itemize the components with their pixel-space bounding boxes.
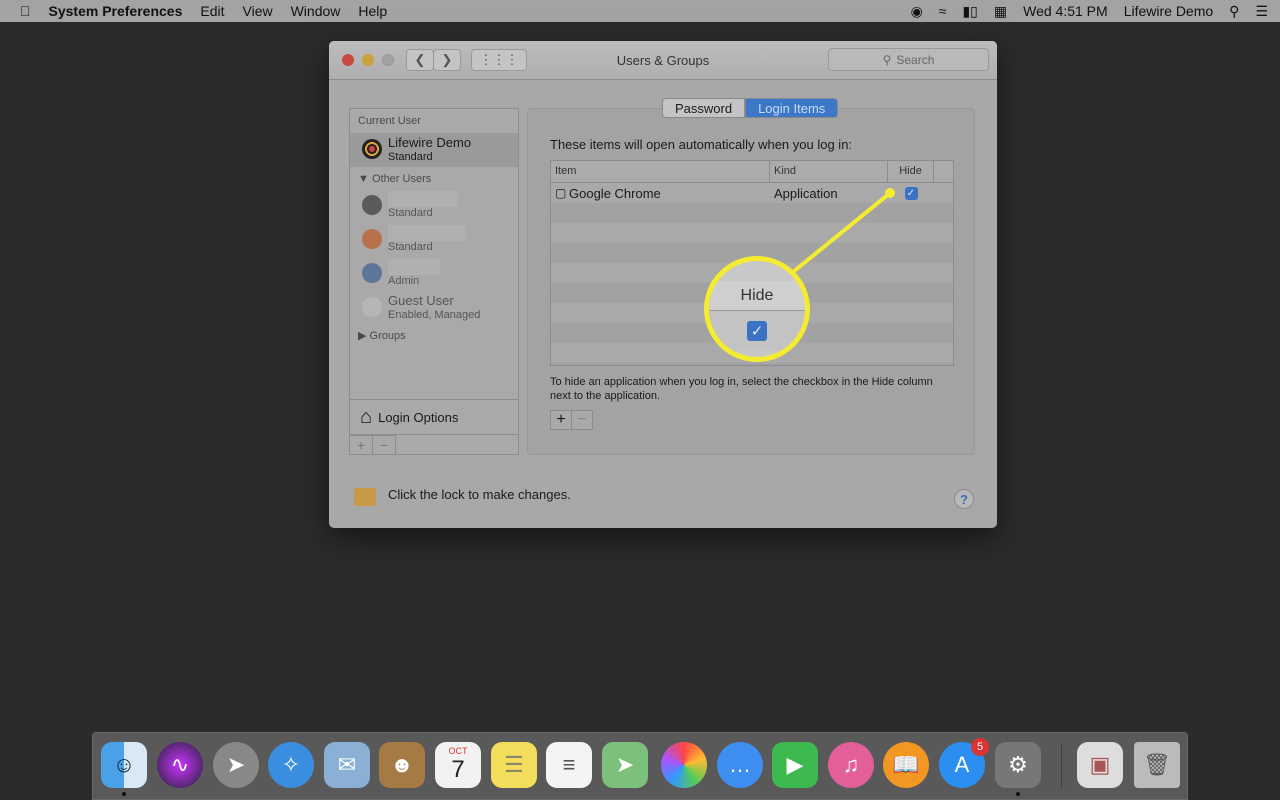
calendar-month: OCT	[448, 746, 468, 756]
calendar-day: 7	[451, 756, 465, 783]
dock-separator	[1061, 743, 1062, 789]
running-indicator	[122, 792, 126, 796]
dock-maps[interactable]: ➤	[602, 742, 648, 788]
dock-mail[interactable]: ✉	[324, 742, 370, 788]
app-store-badge: 5	[971, 738, 989, 756]
dock-launchpad[interactable]: ➤	[213, 742, 259, 788]
dock-preview[interactable]: ▣	[1077, 742, 1123, 788]
callout-checkbox: ✓	[747, 321, 767, 341]
dock-itunes[interactable]: ♫	[828, 742, 874, 788]
dock-app-store[interactable]: A5	[939, 738, 989, 788]
dock-reminders[interactable]: ≡	[546, 742, 592, 788]
dock-safari[interactable]: ✧	[268, 742, 314, 788]
dock-finder[interactable]: ☺	[101, 742, 147, 796]
running-indicator	[1016, 792, 1020, 796]
dock-system-preferences[interactable]: ⚙	[995, 742, 1041, 796]
dock-contacts[interactable]: ☻	[379, 742, 425, 788]
hide-zoom-callout: Hide ✓	[704, 256, 810, 362]
dock-facetime[interactable]: ▶	[772, 742, 818, 788]
dock-photos[interactable]	[661, 742, 707, 788]
dock-trash[interactable]: 🗑	[1134, 742, 1180, 788]
callout-line	[791, 188, 895, 274]
dock-ibooks[interactable]: 📖	[883, 742, 929, 788]
callout-hide-label: Hide	[709, 281, 805, 311]
dock-siri[interactable]: ∿	[157, 742, 203, 788]
dock: ☺ ∿ ➤ ✧ ✉ ☻ OCT 7 ☰ ≡ ➤ … ▶ ♫ 📖 A5 ⚙ ▣ 🗑	[92, 732, 1188, 800]
dock-calendar[interactable]: OCT 7	[435, 742, 481, 788]
dock-notes[interactable]: ☰	[491, 742, 537, 788]
dock-messages[interactable]: …	[717, 742, 763, 788]
